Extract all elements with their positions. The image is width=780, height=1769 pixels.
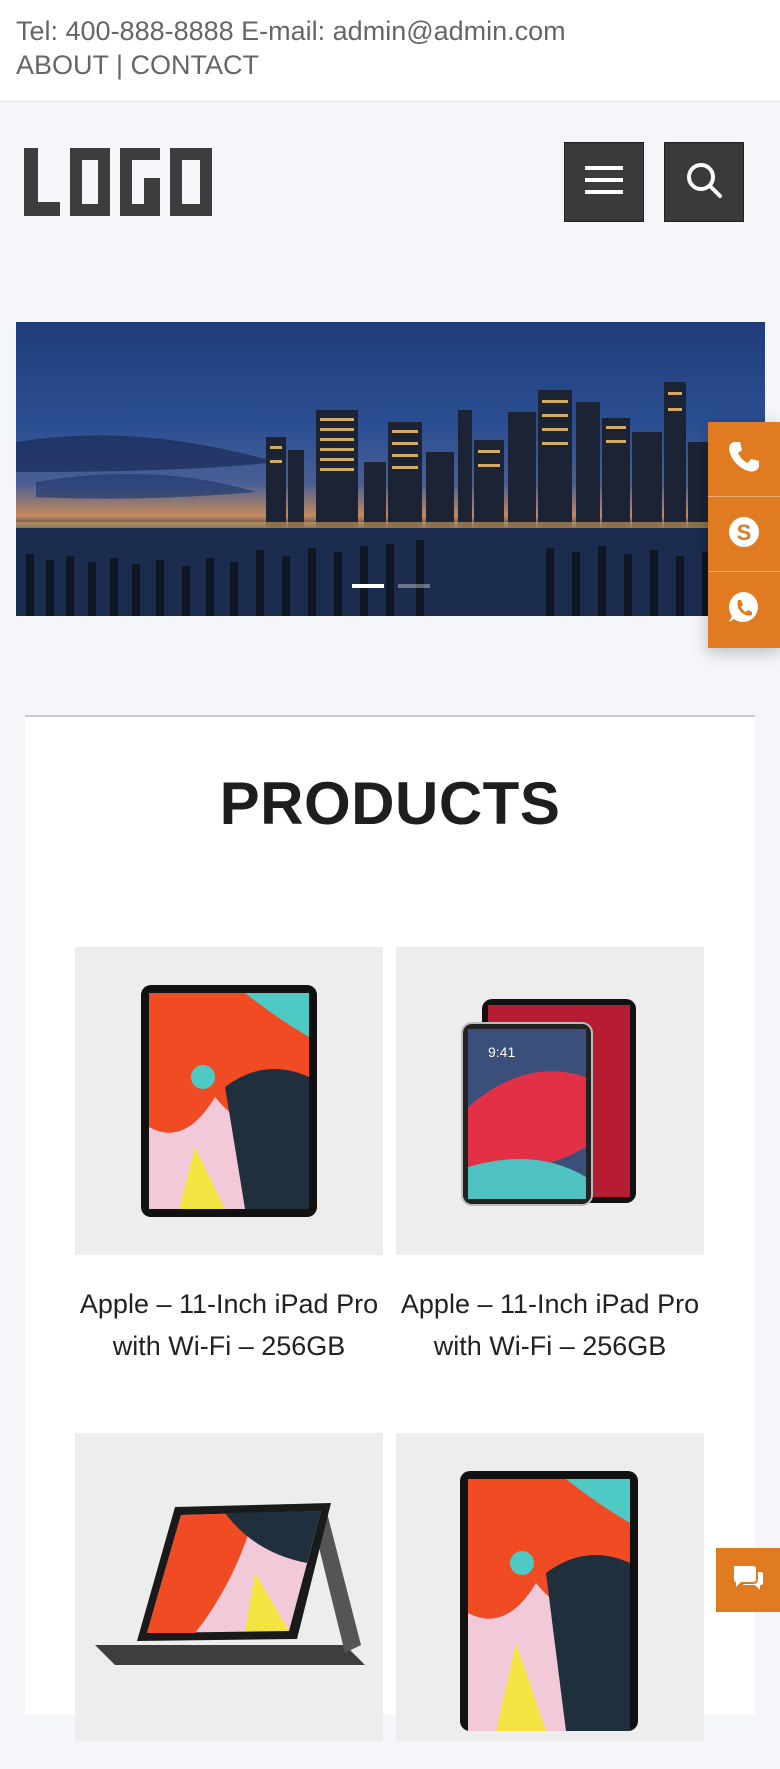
product-image[interactable]	[396, 1433, 704, 1741]
phone-icon	[726, 439, 762, 480]
top-links[interactable]: ABOUT | CONTACT	[16, 48, 764, 82]
search-icon	[684, 160, 724, 205]
product-card[interactable]: 9:41 Apple – 11-Inch iPad Pro with Wi-Fi…	[396, 947, 704, 1367]
hero-banner[interactable]	[16, 322, 765, 616]
banner-dot-1[interactable]	[351, 584, 384, 588]
product-card[interactable]	[396, 1433, 704, 1769]
product-image[interactable]	[75, 947, 383, 1255]
phone-button[interactable]	[708, 422, 780, 497]
product-name[interactable]: Apple – 11-Inch iPad Pro with Wi-Fi – 25…	[75, 1283, 383, 1367]
city-skyline-image	[16, 382, 765, 616]
product-name[interactable]: Apple – 11-Inch iPad Pro with Wi-Fi – 25…	[396, 1283, 704, 1367]
search-button[interactable]	[664, 142, 744, 222]
top-bar: Tel: 400-888-8888 E-mail: admin@admin.co…	[0, 0, 780, 102]
product-image[interactable]: 9:41	[396, 947, 704, 1255]
chat-button[interactable]	[716, 1548, 780, 1612]
contact-info: Tel: 400-888-8888 E-mail: admin@admin.co…	[16, 16, 566, 46]
banner-dot-2[interactable]	[397, 584, 430, 588]
product-card[interactable]	[75, 1433, 383, 1769]
banner-pagination	[16, 584, 765, 588]
skype-button[interactable]: S	[708, 497, 780, 572]
whatsapp-button[interactable]	[708, 572, 780, 647]
site-header	[0, 102, 780, 322]
svg-text:9:41: 9:41	[488, 1044, 515, 1060]
product-card[interactable]: Apple – 11-Inch iPad Pro with Wi-Fi – 25…	[75, 947, 383, 1367]
products-section: PRODUCTS Apple – 11-Inch iPad Pro with W…	[25, 715, 755, 1741]
menu-button[interactable]	[564, 142, 644, 222]
product-image[interactable]	[75, 1433, 383, 1741]
chat-bubbles-icon	[731, 1563, 765, 1598]
skype-icon: S	[726, 514, 762, 555]
hamburger-menu-icon	[585, 164, 623, 201]
whatsapp-icon	[726, 589, 762, 630]
site-logo[interactable]	[24, 146, 218, 218]
floating-contact-bar: S	[708, 422, 780, 648]
section-title: PRODUCTS	[219, 770, 561, 837]
svg-text:S: S	[737, 520, 752, 545]
